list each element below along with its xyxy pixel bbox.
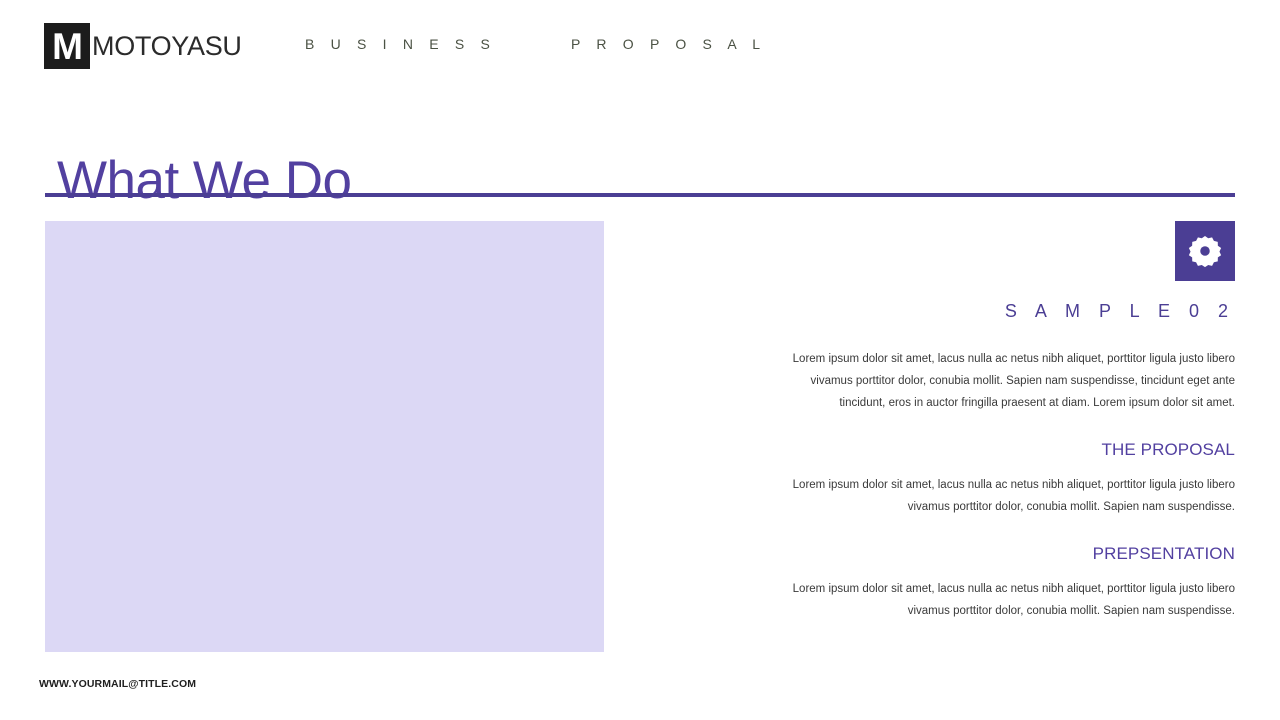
- title-divider: [45, 193, 1235, 197]
- sub-heading-the-proposal: THE PROPOSAL: [1101, 440, 1235, 459]
- section-eyebrow: S A M P L E 0 2: [1004, 301, 1235, 321]
- brand-logo[interactable]: M MOTOYASU: [44, 23, 242, 69]
- nav-item-proposal[interactable]: P R O P O S A L: [571, 36, 766, 52]
- gear-icon: [1188, 236, 1222, 268]
- sub-heading-prepsentation: PREPSENTATION: [1092, 544, 1235, 564]
- gear-icon-badge[interactable]: [1175, 221, 1235, 281]
- page-title: What We Do: [57, 150, 352, 210]
- intro-paragraph: Lorem ipsum dolor sit amet, lacus nulla …: [792, 353, 1235, 409]
- paragraph-prepsentation: Lorem ipsum dolor sit amet, lacus nulla …: [792, 583, 1235, 618]
- logo-mark-letter: M: [52, 25, 83, 67]
- logo-mark-icon: M: [44, 23, 90, 69]
- paragraph-the-proposal: Lorem ipsum dolor sit amet, lacus nulla …: [792, 479, 1235, 514]
- image-placeholder[interactable]: [45, 221, 604, 652]
- nav-item-business[interactable]: B U S I N E S S: [305, 36, 496, 52]
- brand-name: MOTOYASU: [92, 30, 242, 61]
- slide-header: M MOTOYASU B U S I N E S S P R O P O S A…: [0, 0, 1280, 92]
- content-column: S A M P L E 0 2 Lorem ipsum dolor sit am…: [770, 221, 1235, 634]
- header-nav: B U S I N E S S P R O P O S A L: [305, 36, 766, 52]
- footer-contact[interactable]: WWW.YOURMAIL@TITLE.COM: [39, 678, 196, 690]
